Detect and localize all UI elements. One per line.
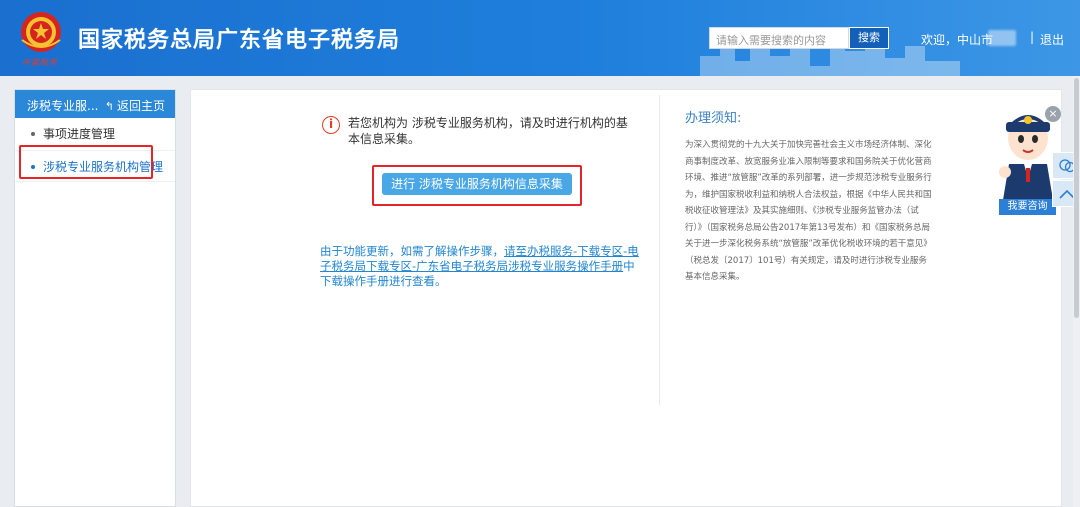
info-icon: i: [322, 116, 340, 134]
manual-tip: 由于功能更新，如需了解操作步骤，请至办税服务-下载专区-电子税务局下载专区-广东…: [320, 244, 645, 289]
highlight-frame-sidebar: [19, 145, 153, 179]
panel-body: 为深入贯彻党的十九大关于加快完善社会主义市场经济体制、深化商事制度改革、放宽服务…: [685, 140, 932, 282]
redacted-username: [988, 30, 1016, 46]
back-home-label: 返回主页: [116, 99, 165, 113]
back-arrow-icon: ↰: [104, 100, 114, 113]
emblem-caption: 中国税务: [22, 58, 58, 67]
sidebar-title: 涉税专业服...: [27, 99, 99, 113]
back-home-button[interactable]: ↰ 返回主页: [105, 97, 165, 114]
vertical-divider: [659, 95, 660, 405]
highlight-frame-button: [372, 165, 582, 206]
scrollbar-thumb[interactable]: [1074, 78, 1079, 318]
search-button[interactable]: 搜索: [849, 27, 889, 49]
sidebar-header: 涉税专业服... ↰ 返回主页: [15, 90, 175, 118]
sidebar-item-label: 事项进度管理: [43, 127, 116, 141]
notice-text: 若您机构为 涉税专业服务机构，请及时进行机构的基本信息采集。: [348, 116, 628, 146]
header-separator: |: [1030, 30, 1035, 44]
close-icon[interactable]: ×: [1045, 106, 1061, 122]
tip-prefix: 由于功能更新，如需了解操作步骤，: [320, 244, 504, 258]
search-input[interactable]: 请输入需要搜索的内容: [709, 27, 849, 49]
tax-emblem-icon: [21, 12, 61, 52]
panel-title: 办理须知:: [685, 111, 742, 126]
top-header: 中国税务 国家税务总局广东省电子税务局 请输入需要搜索的内容 搜索 欢迎，中山市…: [0, 0, 1080, 76]
logout-link[interactable]: 退出: [1040, 31, 1064, 48]
site-title: 国家税务总局广东省电子税务局: [78, 28, 401, 53]
welcome-text: 欢迎，中山市: [921, 33, 994, 47]
consult-button[interactable]: 我要咨询: [999, 199, 1056, 215]
assistant-avatar-icon[interactable]: [997, 108, 1059, 206]
bullet-icon: [31, 132, 35, 136]
